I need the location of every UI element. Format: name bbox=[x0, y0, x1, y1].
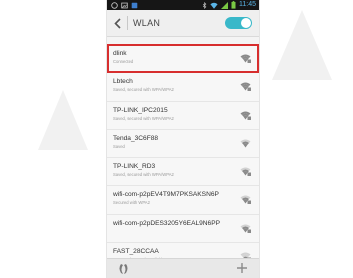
action-bar: WLAN bbox=[107, 10, 259, 37]
network-item[interactable]: wifi-com-p2pEV4T9M7PKSAKSN6P Secured with… bbox=[107, 186, 259, 215]
app-icon bbox=[131, 2, 138, 8]
system-icons: 11:45 bbox=[202, 0, 256, 10]
wifi-signal-icon bbox=[240, 139, 251, 148]
network-item[interactable]: Lbtech Saved, secured with WPA/WPA2 bbox=[107, 73, 259, 102]
wifi-signal-icon bbox=[240, 54, 251, 63]
network-name: FAST_28CCAA bbox=[113, 248, 159, 256]
network-status: Saved bbox=[113, 143, 125, 149]
wifi-signal-icon bbox=[240, 82, 251, 92]
status-time: 11:45 bbox=[239, 1, 256, 8]
signal-icon bbox=[221, 1, 228, 9]
toggle-knob bbox=[241, 18, 251, 28]
wifi-signal-icon bbox=[240, 224, 251, 233]
wifi-signal-icon bbox=[240, 195, 251, 205]
status-bar: 11:45 bbox=[107, 0, 259, 10]
wlan-toggle[interactable] bbox=[225, 17, 252, 29]
network-name: Tenda_3C6F88 bbox=[113, 134, 159, 142]
wifi-icon bbox=[210, 2, 218, 9]
refresh-scan-icon[interactable] bbox=[117, 262, 131, 276]
network-name: wifi-com-p2pEV4T9M7PKSAKSN6P bbox=[113, 191, 219, 199]
network-item[interactable]: TP-LINK_RD3 Saved, secured with WPA/WPA2 bbox=[107, 158, 259, 187]
network-name: wifi-com-p2pDES3205Y6EAL9N6PP bbox=[113, 219, 221, 227]
page-title: WLAN bbox=[133, 18, 161, 28]
bottom-bar bbox=[107, 258, 259, 278]
network-status: Connected bbox=[113, 59, 134, 64]
android-icon bbox=[111, 1, 118, 9]
wifi-signal-icon bbox=[240, 167, 251, 177]
watermark-logo-left bbox=[38, 90, 88, 150]
network-item[interactable]: Tenda_3C6F88 Saved bbox=[107, 129, 259, 159]
plus-icon[interactable] bbox=[236, 262, 248, 274]
network-list: dlink Connected Lbtech Saved, secured with … bbox=[107, 44, 259, 272]
network-name: TP-LINK_IPC2015 bbox=[113, 106, 168, 114]
network-name: Lbtech bbox=[113, 78, 133, 86]
network-status: Saved, secured with WPA/WPA2 bbox=[113, 115, 174, 121]
network-name: dlink bbox=[113, 50, 127, 57]
network-status: Saved, secured with WPA/WPA2 bbox=[113, 87, 174, 93]
phone-screen: 11:45 WLAN dlink Connected Lbtech Saved, se… bbox=[107, 0, 259, 278]
network-item[interactable]: wifi-com-p2pDES3205Y6EAL9N6PP bbox=[107, 214, 259, 244]
network-item[interactable]: dlink Connected bbox=[107, 44, 259, 74]
network-item[interactable]: TP-LINK_IPC2015 Saved, secured with WPA/W… bbox=[107, 101, 259, 130]
network-name: TP-LINK_RD3 bbox=[113, 163, 156, 171]
back-button[interactable] bbox=[110, 15, 124, 31]
notification-icons bbox=[111, 1, 138, 9]
network-status: Secured with WPA2 bbox=[113, 200, 150, 206]
battery-icon bbox=[231, 1, 236, 9]
watermark-logo-right bbox=[272, 10, 332, 80]
bluetooth-icon bbox=[202, 1, 207, 9]
action-bar-divider bbox=[127, 16, 128, 30]
image-icon bbox=[121, 2, 128, 8]
chevron-left-icon bbox=[113, 17, 121, 29]
network-status: Saved, secured with WPA/WPA2 bbox=[113, 172, 174, 178]
wifi-signal-icon bbox=[240, 111, 251, 120]
